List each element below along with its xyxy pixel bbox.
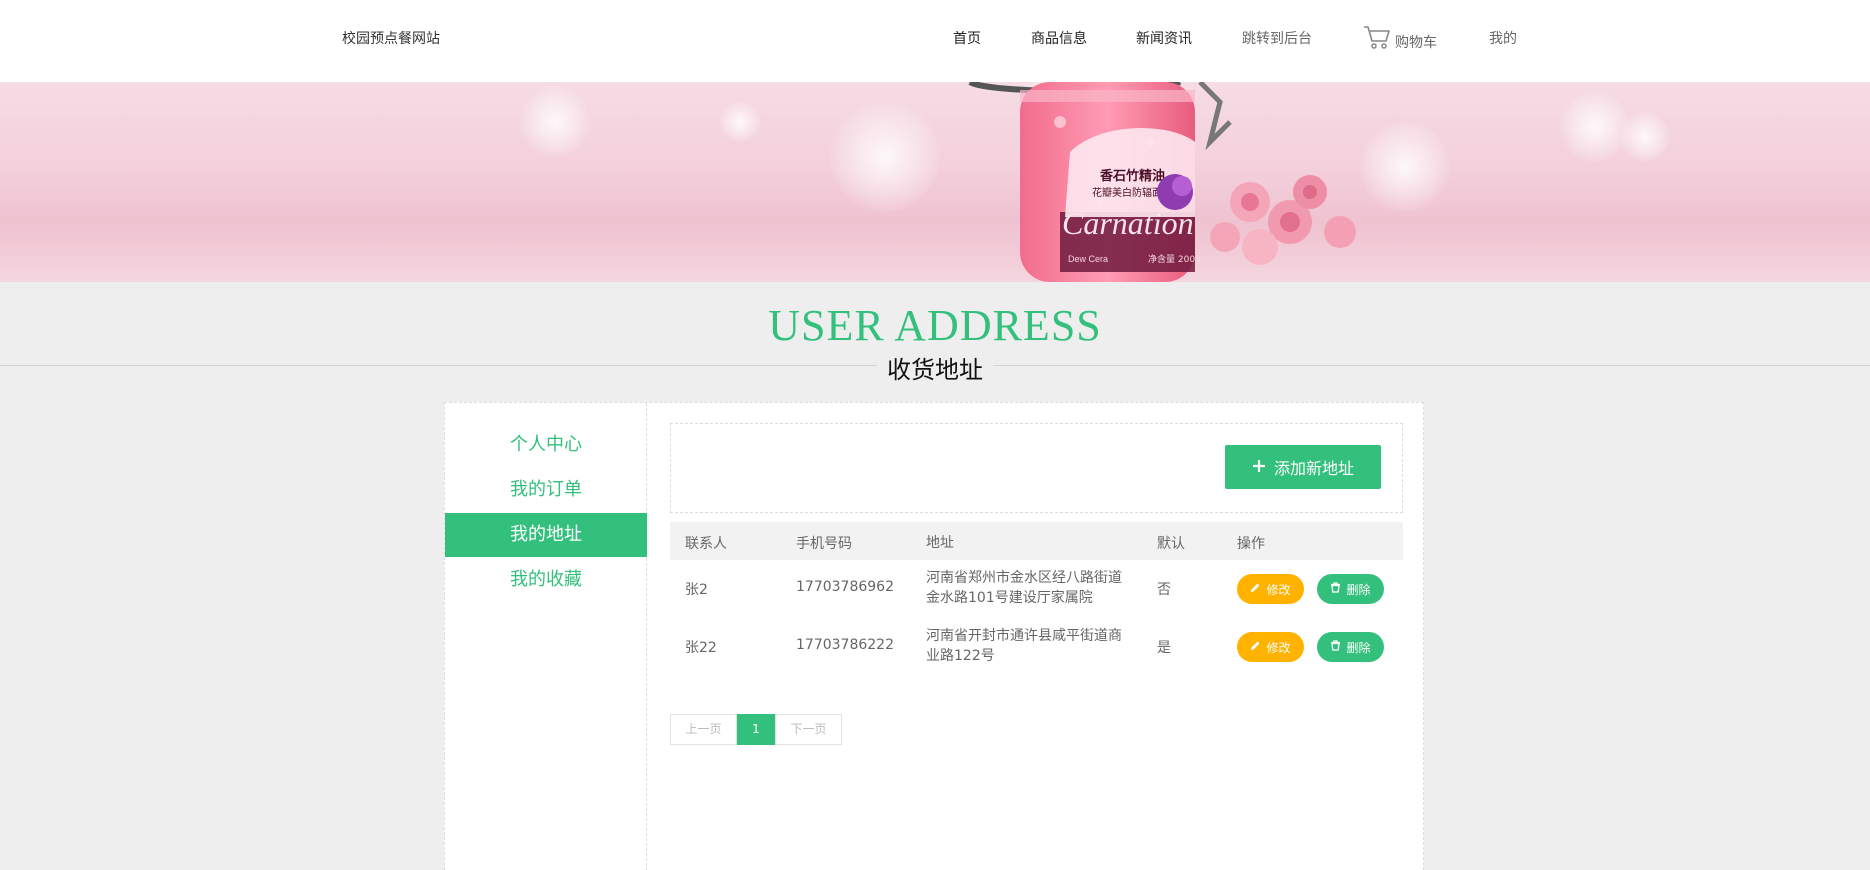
address-toolbar: 添加新地址 xyxy=(670,423,1403,513)
cell-default: 否 xyxy=(1157,582,1171,598)
edit-button[interactable]: 修改 xyxy=(1237,574,1304,604)
product-jar-image: 香石竹精油 花瓣美白防辐面膜 Carnation Dew Cera 净含量 20… xyxy=(968,82,1356,282)
jar-weight: 净含量 200g xyxy=(1148,253,1201,265)
address-table: 联系人 手机号码 地址 默认 操作 张2 17703786962 河南省郑州市金… xyxy=(670,522,1403,676)
bokeh-light xyxy=(1360,122,1450,212)
bokeh-light xyxy=(1560,92,1630,162)
nav-goods[interactable]: 商品信息 xyxy=(1031,28,1087,48)
jar-logo: Dew Cera xyxy=(1068,254,1108,264)
page-number-current[interactable]: 1 xyxy=(737,714,775,745)
page-title-chinese: 收货地址 xyxy=(877,350,993,385)
nav-admin[interactable]: 跳转到后台 xyxy=(1242,28,1312,48)
cell-phone: 17703786222 xyxy=(796,637,894,653)
nav-cart[interactable]: 购物车 xyxy=(1363,24,1437,54)
add-address-label: 添加新地址 xyxy=(1273,459,1354,478)
cell-contact: 张2 xyxy=(685,582,708,598)
add-address-button[interactable]: 添加新地址 xyxy=(1225,445,1381,489)
header-phone: 手机号码 xyxy=(796,536,852,552)
next-page-button[interactable]: 下一页 xyxy=(775,714,842,745)
delete-label: 删除 xyxy=(1346,582,1371,597)
pencil-icon xyxy=(1250,640,1261,654)
jar-brand: Carnation xyxy=(1062,205,1194,241)
bokeh-light xyxy=(720,102,760,142)
table-header: 联系人 手机号码 地址 默认 操作 xyxy=(670,522,1403,560)
nav-home[interactable]: 首页 xyxy=(953,28,981,48)
table-row: 张22 17703786222 河南省开封市通许县咸平街道商业路122号 是 修… xyxy=(670,618,1403,676)
cell-phone: 17703786962 xyxy=(796,579,894,595)
page-title-english: USER ADDRESS xyxy=(768,301,1102,350)
bokeh-light xyxy=(520,87,590,157)
site-brand[interactable]: 校园预点餐网站 xyxy=(342,28,440,48)
delete-label: 删除 xyxy=(1346,640,1371,655)
plus-icon xyxy=(1252,458,1266,477)
sidebar-item-profile[interactable]: 个人中心 xyxy=(445,423,647,467)
cell-contact: 张22 xyxy=(685,640,717,656)
hero-banner: 香石竹精油 花瓣美白防辐面膜 Carnation Dew Cera 净含量 20… xyxy=(0,82,1870,282)
delete-button[interactable]: 删除 xyxy=(1317,632,1384,662)
header-contact: 联系人 xyxy=(685,536,727,552)
edit-button[interactable]: 修改 xyxy=(1237,632,1304,662)
table-row: 张2 17703786962 河南省郑州市金水区经八路街道金水路101号建设厅家… xyxy=(670,560,1403,618)
sidebar-item-address[interactable]: 我的地址 xyxy=(445,513,647,557)
sidebar-item-orders[interactable]: 我的订单 xyxy=(445,468,647,512)
page-title-wrap: 收货地址 xyxy=(0,350,1870,385)
delete-button[interactable]: 删除 xyxy=(1317,574,1384,604)
prev-page-button[interactable]: 上一页 xyxy=(670,714,737,745)
cell-address: 河南省开封市通许县咸平街道商业路122号 xyxy=(926,628,1122,664)
edit-label: 修改 xyxy=(1266,582,1291,597)
top-navbar: 校园预点餐网站 首页 商品信息 新闻资讯 跳转到后台 购物车 我的 xyxy=(0,0,1870,82)
nav-mine[interactable]: 我的 xyxy=(1489,28,1517,48)
user-sidebar: 个人中心 我的订单 我的地址 我的收藏 xyxy=(445,403,647,870)
edit-label: 修改 xyxy=(1266,640,1291,655)
pencil-icon xyxy=(1250,582,1261,596)
trash-icon xyxy=(1330,582,1341,596)
cart-icon xyxy=(1363,24,1391,54)
sidebar-item-favorites[interactable]: 我的收藏 xyxy=(445,558,647,602)
nav-cart-label: 购物车 xyxy=(1395,35,1437,51)
header-actions: 操作 xyxy=(1237,536,1265,552)
pagination: 上一页 1 下一页 xyxy=(670,714,842,745)
header-address: 地址 xyxy=(926,535,954,551)
header-default: 默认 xyxy=(1157,536,1185,552)
address-panel: 个人中心 我的订单 我的地址 我的收藏 添加新地址 联系人 手机号码 地址 默认… xyxy=(444,402,1424,870)
jar-title: 香石竹精油 xyxy=(1099,168,1165,184)
bokeh-light xyxy=(830,102,940,212)
cell-default: 是 xyxy=(1157,640,1171,656)
bokeh-light xyxy=(1620,112,1670,162)
cell-address: 河南省郑州市金水区经八路街道金水路101号建设厅家属院 xyxy=(926,570,1122,606)
nav-news[interactable]: 新闻资讯 xyxy=(1136,28,1192,48)
trash-icon xyxy=(1330,640,1341,654)
roses xyxy=(1210,175,1356,265)
